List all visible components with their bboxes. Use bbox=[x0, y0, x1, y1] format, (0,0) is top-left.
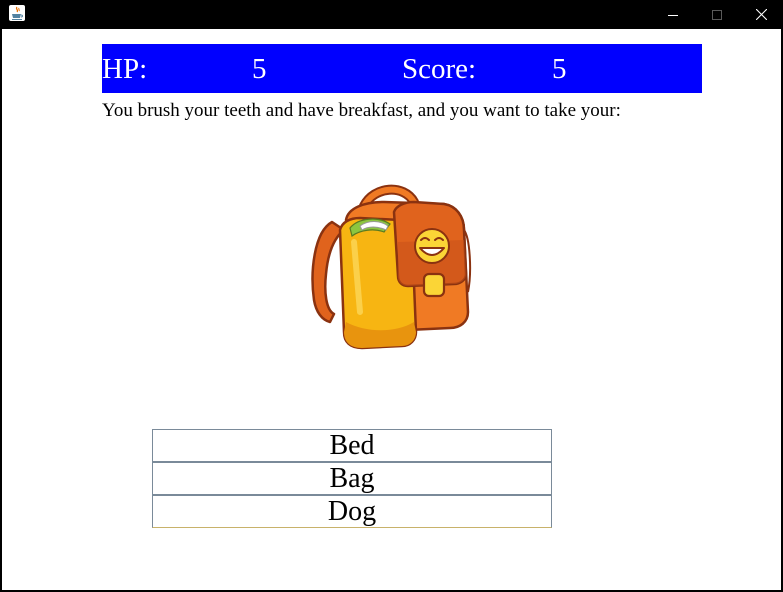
minimize-icon bbox=[668, 14, 678, 16]
choice-button-2[interactable]: Bag bbox=[152, 462, 552, 495]
game-panel: HP: 5 Score: 5 You brush your teeth and … bbox=[2, 29, 781, 590]
status-bar: HP: 5 Score: 5 bbox=[102, 44, 702, 93]
hp-value: 5 bbox=[252, 53, 267, 85]
java-cup-icon[interactable] bbox=[9, 5, 25, 21]
story-text: You brush your teeth and have breakfast,… bbox=[102, 100, 621, 121]
maximize-button[interactable] bbox=[695, 0, 739, 29]
score-value: 5 bbox=[552, 53, 567, 85]
backpack-icon bbox=[304, 182, 476, 352]
choice-button-1[interactable]: Bed bbox=[152, 429, 552, 462]
close-button[interactable] bbox=[739, 0, 783, 29]
close-icon bbox=[755, 9, 767, 20]
maximize-icon bbox=[712, 9, 722, 20]
choice-button-3[interactable]: Dog bbox=[152, 495, 552, 528]
choice-list: Bed Bag Dog bbox=[152, 429, 552, 528]
score-label: Score: bbox=[402, 53, 477, 85]
minimize-button[interactable] bbox=[651, 0, 695, 29]
hp-label: HP: bbox=[102, 53, 148, 85]
title-bar bbox=[0, 0, 783, 29]
